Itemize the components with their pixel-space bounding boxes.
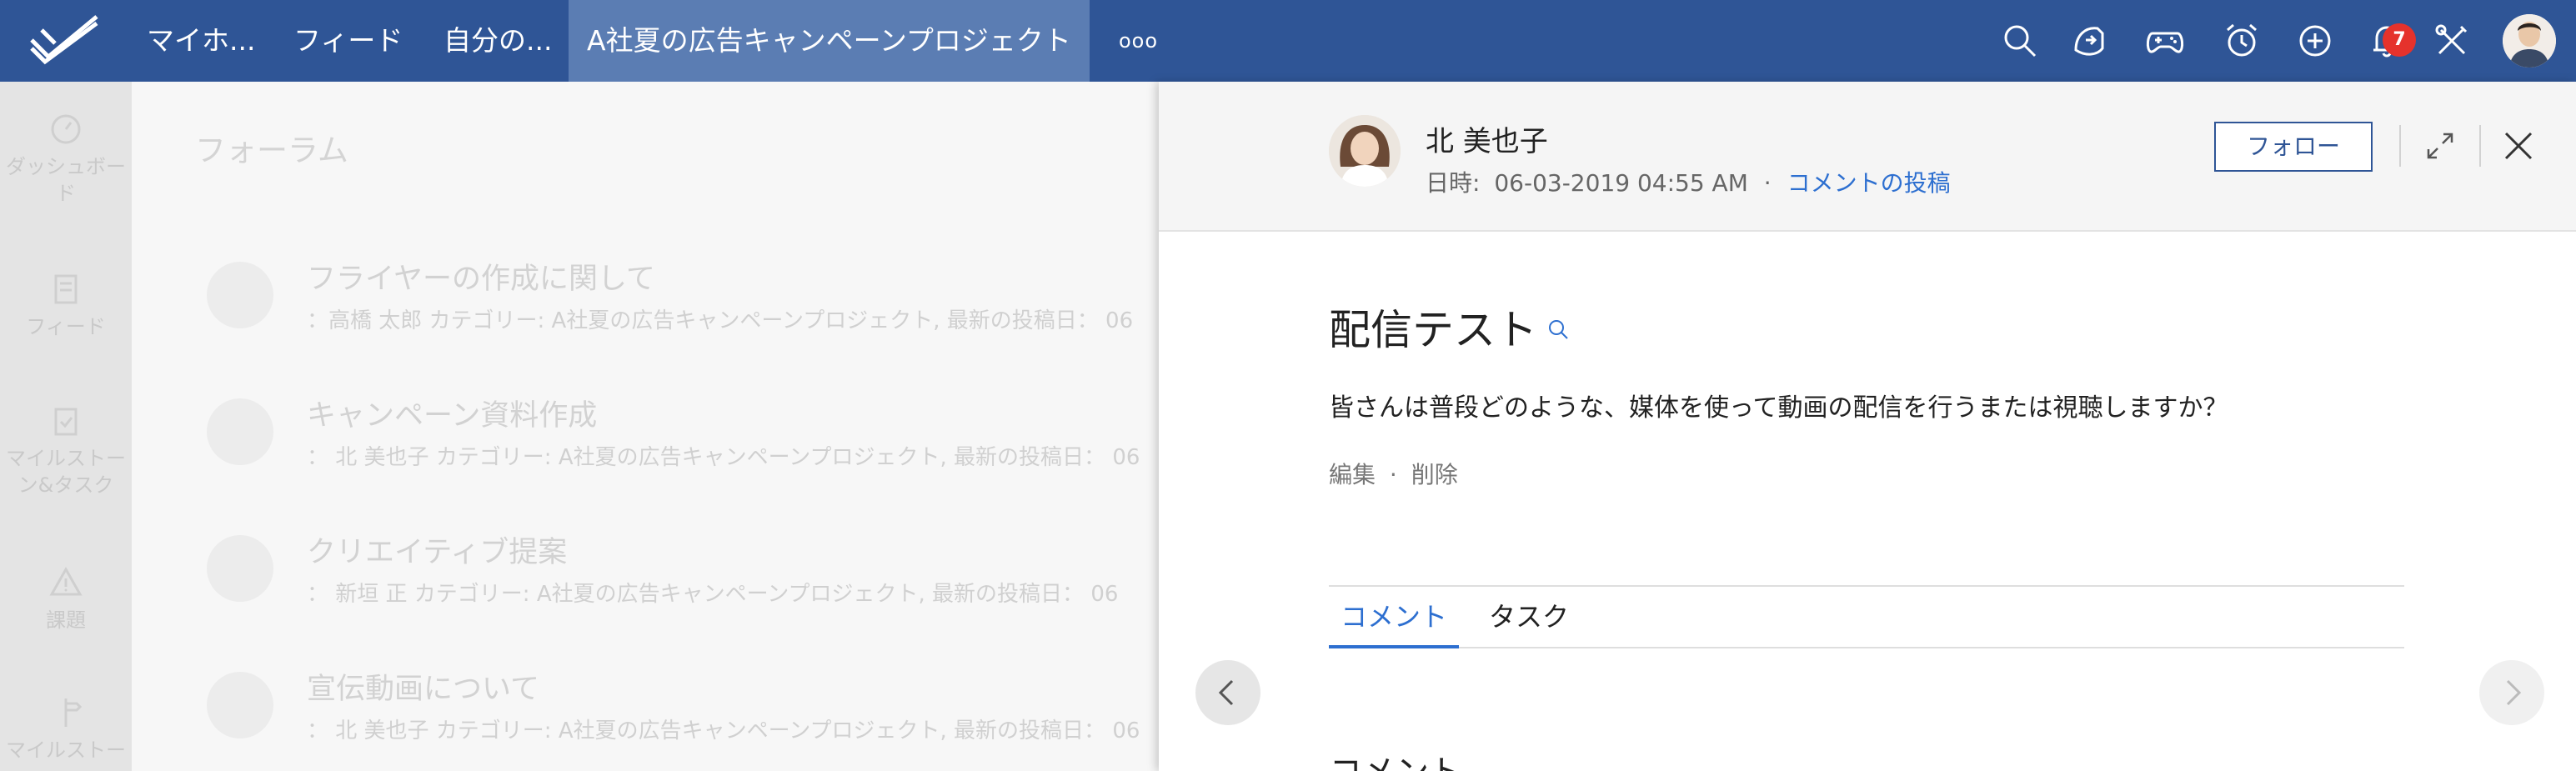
post-body: 皆さんは普段どのような、媒体を使って動画の配信を行うまたは視聴しますか？	[1329, 393, 2228, 423]
post-actions: 編集 · 削除	[1329, 457, 1458, 490]
date-label: 日時:	[1426, 169, 1481, 197]
user-avatar[interactable]	[2503, 14, 2556, 68]
more-menu-icon[interactable]: ooo	[1119, 0, 1158, 82]
author-name[interactable]: 北 美也子	[1426, 118, 1548, 159]
sidebar-item-issues[interactable]: 課題	[0, 563, 132, 633]
thread-title[interactable]: キャンペーン資料作成	[307, 392, 597, 434]
tab-comments[interactable]: コメント	[1329, 587, 1460, 648]
thread-meta: ： 北 美也子 カテゴリー: A社夏の広告キャンペーンプロジェクト, 最新の投稿…	[307, 445, 1140, 470]
sidebar-item-label: マイルストーン&タスク	[6, 447, 126, 497]
document-icon	[54, 274, 78, 304]
edit-link[interactable]: 編集	[1329, 461, 1376, 488]
signpost-icon	[64, 698, 83, 727]
expand-icon[interactable]	[2421, 127, 2459, 165]
gauge-icon	[51, 114, 81, 144]
tab-tasks[interactable]: タスク	[1477, 587, 1581, 648]
post-title: 配信テスト	[1329, 306, 1537, 354]
previous-arrow-icon[interactable]	[1195, 660, 1260, 725]
comments-heading: コメント	[1329, 745, 1462, 771]
avatar[interactable]	[1329, 115, 1401, 187]
list-item[interactable]: クリエイティブ提案 ： 新垣 正 カテゴリー: A社夏の広告キャンペーンプロジェ…	[207, 528, 1159, 628]
notification-count-badge: 7	[2383, 23, 2416, 57]
sidebar-item-label: 課題	[46, 608, 86, 632]
avatar	[207, 262, 273, 328]
post-comment-link[interactable]: コメントの投稿	[1787, 169, 1951, 197]
sidebar-item-label: ダッシュボード	[6, 155, 126, 205]
nav-current-project[interactable]: A社夏の広告キャンペーンプロジェクト	[569, 0, 1090, 82]
sidebar-item-feed[interactable]: フィード	[0, 270, 132, 340]
thread-title[interactable]: クリエイティブ提案	[307, 528, 567, 571]
action-separator: ·	[1389, 461, 1397, 488]
gamepad-icon[interactable]	[2144, 20, 2186, 62]
post-header: 北 美也子 日時: 06-03-2019 04:55 AM · コメントの投稿 …	[1159, 82, 2576, 232]
sidebar: ダッシュボード フィード マイルストーン&タスク 課題 マイルストー	[0, 82, 132, 771]
nav-my-items[interactable]: 自分の...	[444, 0, 552, 82]
thread-title[interactable]: フライヤーの作成に関して	[307, 255, 655, 298]
avatar	[207, 672, 273, 738]
add-circle-icon[interactable]	[2294, 20, 2336, 62]
list-item[interactable]: フライヤーの作成に関して ：高橋 太郎 カテゴリー: A社夏の広告キャンペーンプ…	[207, 255, 1159, 355]
next-arrow-icon[interactable]	[2479, 660, 2544, 725]
sidebar-item-label: マイルストー	[6, 738, 126, 762]
sidebar-item-milestones[interactable]: マイルストー	[0, 693, 132, 763]
list-item[interactable]: キャンペーン資料作成 ： 北 美也子 カテゴリー: A社夏の広告キャンペーンプロ…	[207, 392, 1159, 492]
divider	[2479, 125, 2481, 167]
warning-icon	[49, 566, 83, 596]
avatar	[207, 535, 273, 602]
app-logo-icon[interactable]	[27, 12, 102, 67]
post-detail-panel: 北 美也子 日時: 06-03-2019 04:55 AM · コメントの投稿 …	[1159, 82, 2576, 771]
nav-feed[interactable]: フィード	[293, 0, 403, 82]
close-icon[interactable]	[2499, 127, 2538, 165]
meta-separator: ·	[1763, 169, 1772, 197]
tools-icon[interactable]	[2431, 20, 2473, 62]
forum-list-area: フォーラム フライヤーの作成に関して ：高橋 太郎 カテゴリー: A社夏の広告キ…	[132, 82, 1159, 771]
page-title: フォーラム	[195, 133, 348, 168]
post-date: 06-03-2019 04:55 AM	[1494, 169, 1748, 197]
search-icon[interactable]	[1999, 20, 2041, 62]
thread-title[interactable]: 宣伝動画について	[307, 665, 539, 708]
sidebar-item-milestones-tasks[interactable]: マイルストーン&タスク	[0, 402, 132, 498]
alarm-clock-icon[interactable]	[2221, 20, 2263, 62]
clipboard-check-icon	[54, 408, 78, 436]
avatar	[207, 398, 273, 465]
list-item[interactable]: 宣伝動画について ： 北 美也子 カテゴリー: A社夏の広告キャンペーンプロジェ…	[207, 665, 1159, 765]
top-navigation-bar: マイホ... フィード 自分の... A社夏の広告キャンペーンプロジェクト oo…	[0, 0, 2576, 82]
nav-my-home[interactable]: マイホ...	[147, 0, 255, 82]
tab-bar: コメント タスク	[1329, 585, 2404, 648]
sidebar-item-dashboard[interactable]: ダッシュボード	[0, 110, 132, 207]
thread-meta: ： 北 美也子 カテゴリー: A社夏の広告キャンペーンプロジェクト, 最新の投稿…	[307, 718, 1140, 743]
follow-button[interactable]: フォロー	[2214, 122, 2373, 172]
search-icon[interactable]	[1546, 317, 1571, 342]
sidebar-item-label: フィード	[26, 315, 106, 338]
delete-link[interactable]: 削除	[1411, 461, 1458, 488]
thread-meta: ：高橋 太郎 カテゴリー: A社夏の広告キャンペーンプロジェクト, 最新の投稿日…	[307, 308, 1134, 333]
thread-meta: ： 新垣 正 カテゴリー: A社夏の広告キャンペーンプロジェクト, 最新の投稿日…	[307, 582, 1119, 607]
handshake-icon[interactable]	[2069, 20, 2111, 62]
post-meta: 日時: 06-03-2019 04:55 AM · コメントの投稿	[1426, 165, 1951, 198]
divider	[2399, 125, 2401, 167]
